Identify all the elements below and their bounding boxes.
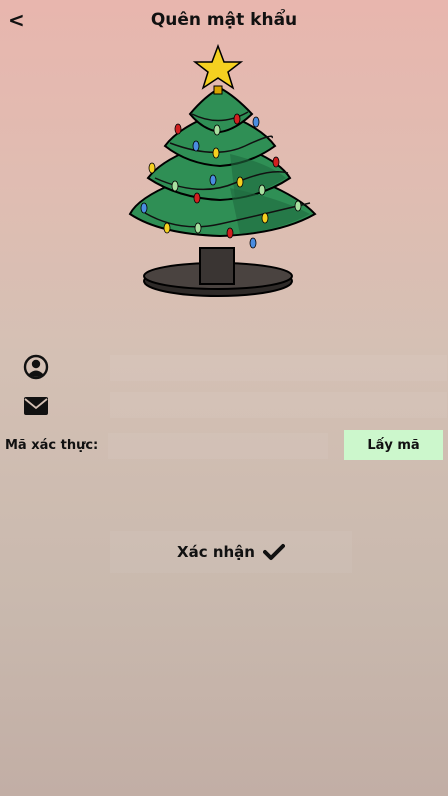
get-code-button[interactable]: Lấy mã [344,430,443,460]
verification-code-label: Mã xác thực: [5,438,99,453]
confirm-label: Xác nhận [177,543,255,561]
confirm-button[interactable]: Xác nhận [110,531,352,573]
username-input[interactable] [110,355,447,381]
check-icon [262,544,285,560]
user-circle-icon [23,354,49,380]
verification-code-input[interactable] [108,433,328,459]
envelope-icon [24,397,48,415]
page-title: Quên mật khẩu [150,10,298,30]
email-input[interactable] [110,392,447,418]
christmas-tree-image [128,43,317,297]
